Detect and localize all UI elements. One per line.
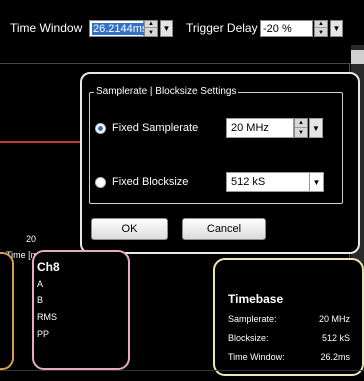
plot-top-border	[0, 63, 351, 64]
time-window-value: 26.2144ms	[92, 23, 149, 35]
blocksize-dropdown-button[interactable]: ▼	[310, 172, 324, 192]
samplerate-value: 20 MHz	[231, 122, 269, 134]
fixed-samplerate-label[interactable]: Fixed Samplerate	[112, 122, 198, 134]
timebase-timewindow-value: 26.2ms	[320, 352, 350, 362]
spin-down-icon[interactable]: ▼	[295, 129, 307, 137]
chevron-down-icon: ▼	[162, 24, 171, 33]
trigger-delay-input[interactable]: -20 %	[260, 20, 313, 37]
timebase-samplerate-value: 20 MHz	[318, 314, 350, 324]
samplerate-dropdown-button[interactable]: ▼	[309, 118, 323, 138]
ch8-row-a: A	[37, 279, 44, 289]
time-window-dropdown-button[interactable]: ▼	[160, 20, 173, 37]
chevron-down-icon: ▼	[312, 177, 321, 187]
timebase-samplerate-key: Samplerate:	[228, 314, 277, 324]
ch8-row-b: B	[37, 295, 44, 305]
spin-down-icon[interactable]: ▼	[315, 29, 327, 36]
ch8-row-pp: PP	[37, 329, 50, 339]
timebase-blocksize-key: Blocksize:	[228, 333, 269, 343]
trigger-delay-value: -20 %	[263, 23, 292, 35]
spin-up-icon[interactable]: ▲	[145, 21, 157, 28]
blocksize-combo[interactable]: 512 kS	[226, 172, 310, 192]
x-axis-tick: 20	[26, 234, 37, 244]
cancel-button[interactable]: Cancel	[182, 218, 266, 240]
scrollbar-thumb[interactable]	[351, 50, 364, 64]
channel-panel-partial[interactable]	[0, 252, 14, 370]
chevron-down-icon: ▼	[312, 123, 320, 133]
spin-up-icon[interactable]: ▲	[295, 119, 307, 128]
samplerate-combo[interactable]: 20 MHz	[226, 118, 294, 138]
blocksize-value: 512 kS	[231, 176, 266, 188]
ch8-row-rms: RMS	[37, 312, 57, 322]
spin-up-icon[interactable]: ▲	[315, 21, 327, 28]
trigger-delay-label: Trigger Delay	[186, 21, 258, 35]
spin-down-icon[interactable]: ▼	[145, 29, 157, 36]
ok-button[interactable]: OK	[91, 218, 168, 240]
trigger-delay-dropdown-button[interactable]: ▼	[330, 20, 343, 37]
time-window-input[interactable]: 26.2144ms	[89, 20, 149, 37]
groupbox-title: Samplerate | Blocksize Settings	[94, 86, 239, 97]
signal-trace	[0, 141, 88, 143]
samplerate-spinner[interactable]: ▲ ▼	[294, 118, 308, 138]
time-window-spinner[interactable]: ▲ ▼	[144, 20, 158, 37]
timebase-title: Timebase	[228, 292, 284, 306]
timebase-blocksize-value: 512 kS	[321, 333, 350, 343]
timebase-timewindow-key: Time Window:	[228, 352, 285, 362]
chevron-down-icon: ▼	[332, 24, 341, 33]
time-window-label: Time Window	[10, 21, 83, 35]
fixed-samplerate-radio[interactable]	[95, 123, 106, 134]
fixed-blocksize-radio[interactable]	[95, 177, 106, 188]
fixed-blocksize-label[interactable]: Fixed Blocksize	[112, 176, 188, 188]
bottom-divider	[0, 370, 364, 371]
ch8-title: Ch8	[37, 260, 60, 274]
trigger-delay-spinner[interactable]: ▲ ▼	[314, 20, 328, 37]
